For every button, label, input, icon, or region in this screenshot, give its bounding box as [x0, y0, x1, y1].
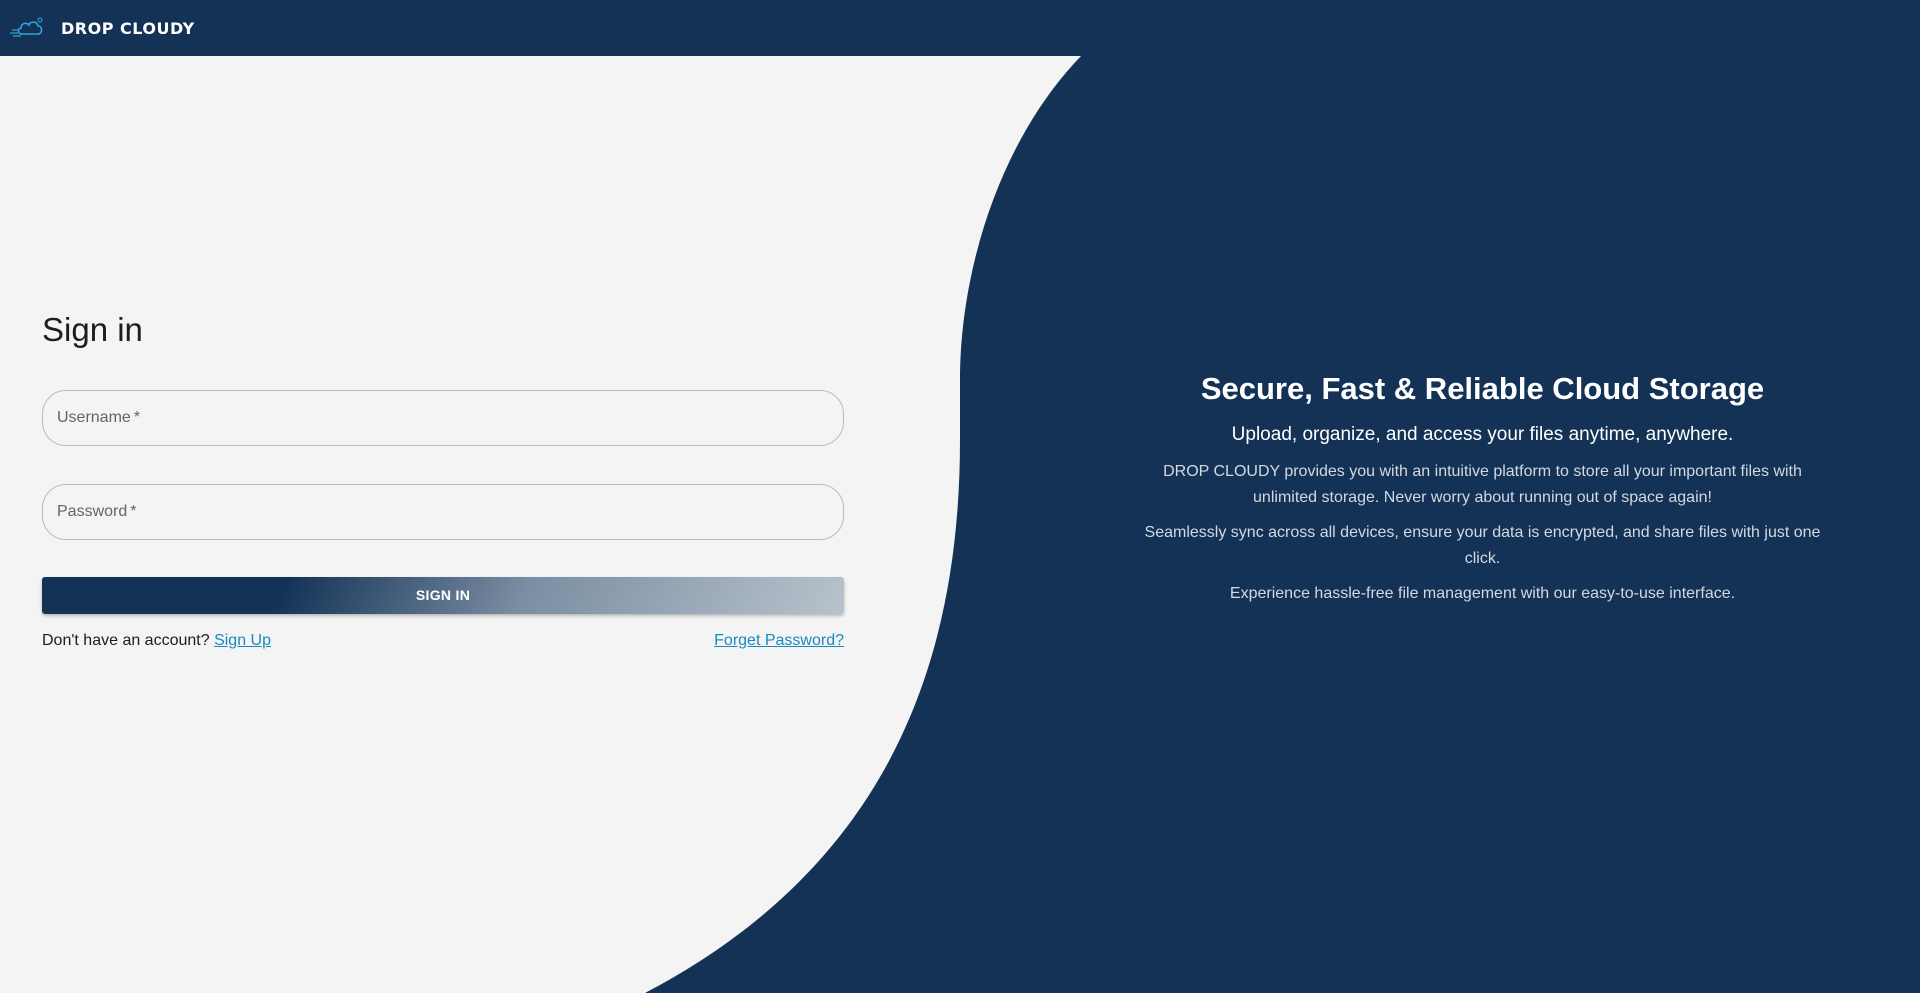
hero-paragraph: Seamlessly sync across all devices, ensu…	[1144, 524, 1821, 568]
page-title: Sign in	[42, 311, 143, 348]
sign-up-link[interactable]: Sign Up	[214, 632, 271, 649]
sign-in-button[interactable]: SIGN IN	[42, 576, 844, 614]
hero-title: Secure, Fast & Reliable Cloud Storage	[1200, 371, 1765, 406]
account-links: Don't have an account? Sign Up Forget Pa…	[42, 632, 844, 650]
forgot-password-link[interactable]: Forget Password?	[714, 632, 844, 650]
cloud-logo-icon[interactable]	[10, 14, 46, 42]
password-field[interactable]: Password *	[42, 483, 844, 540]
sign-in-page: DROP CLOUDY Sign in Username * Password * …	[0, 0, 1920, 993]
password-input[interactable]	[43, 484, 843, 539]
hero-paragraph: Experience hassle-free file management w…	[1229, 585, 1736, 603]
username-field[interactable]: Username *	[42, 389, 844, 446]
hero-paragraph: DROP CLOUDY provides you with an intuiti…	[1163, 463, 1802, 507]
username-input[interactable]	[43, 390, 843, 445]
no-account-text: Don't have an account?	[42, 631, 210, 649]
signup-prompt: Don't have an account? Sign Up	[42, 632, 271, 650]
top-app-bar: DROP CLOUDY	[0, 0, 1920, 56]
sign-in-form: Sign in Username * Password * SIGN IN Don'…	[42, 310, 844, 650]
brand-name[interactable]: DROP CLOUDY	[61, 19, 195, 38]
hero-section: Secure, Fast & Reliable Cloud Storage Up…	[1130, 370, 1835, 616]
hero-subtitle: Upload, organize, and access your files …	[1231, 423, 1734, 445]
